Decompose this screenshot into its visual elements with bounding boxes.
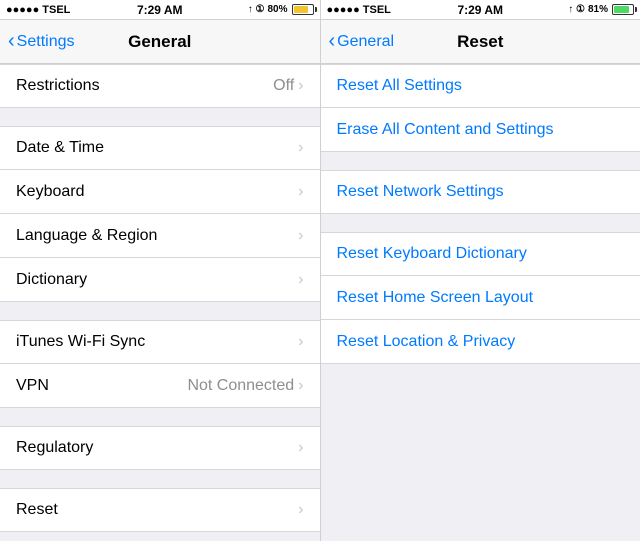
reset-action-item[interactable]: Reset Keyboard Dictionary	[321, 232, 640, 276]
reset-action-item[interactable]: Reset Location & Privacy	[321, 320, 640, 364]
cell-label: Reset	[16, 501, 298, 519]
list-item[interactable]: Reset›	[0, 488, 320, 532]
chevron-right-icon: ›	[298, 501, 303, 519]
reset-action-item[interactable]: Reset Network Settings	[321, 170, 640, 214]
nav-title-right: Reset	[457, 32, 503, 52]
list-item[interactable]: Date & Time›	[0, 126, 320, 170]
status-bar-left: ●●●●● TSEL 7:29 AM ↑ ① 80%	[0, 0, 320, 20]
cell-label: Date & Time	[16, 139, 298, 157]
chevron-right-icon: ›	[298, 77, 303, 95]
reset-action-label: Reset Keyboard Dictionary	[337, 245, 625, 263]
section-gap	[321, 152, 640, 170]
reset-action-item[interactable]: Reset All Settings	[321, 64, 640, 108]
carrier-right: ●●●●● TSEL	[327, 4, 391, 16]
list-item[interactable]: Keyboard›	[0, 170, 320, 214]
cell-label: Dictionary	[16, 271, 298, 289]
cell-label: Regulatory	[16, 439, 298, 457]
cell-label: VPN	[16, 377, 187, 395]
cell-label: Keyboard	[16, 183, 298, 201]
section-gap	[0, 302, 320, 320]
chevron-right-icon: ›	[298, 183, 303, 201]
battery-icon-left	[292, 4, 314, 15]
nav-bar-right: ‹ General Reset	[320, 20, 640, 64]
cell-label: Language & Region	[16, 227, 298, 245]
reset-action-item[interactable]: Reset Home Screen Layout	[321, 276, 640, 320]
back-label-right[interactable]: General	[337, 33, 394, 51]
battery-pct-right: 81%	[588, 4, 608, 15]
list-item[interactable]: RestrictionsOff›	[0, 64, 320, 108]
section-gap	[321, 214, 640, 232]
time-right: 7:29 AM	[457, 3, 503, 17]
back-label-left[interactable]: Settings	[17, 33, 75, 51]
section-gap	[0, 408, 320, 426]
cell-label: Restrictions	[16, 77, 273, 95]
list-item[interactable]: VPNNot Connected›	[0, 364, 320, 408]
back-button-left[interactable]: ‹ Settings	[8, 32, 74, 51]
list-item[interactable]: Language & Region›	[0, 214, 320, 258]
carrier-left: ●●●●● TSEL	[6, 4, 70, 16]
cell-value: Off	[273, 77, 294, 95]
battery-icon-right	[612, 4, 634, 15]
nav-bar-left: ‹ Settings General	[0, 20, 320, 64]
reset-action-label: Reset Network Settings	[337, 183, 625, 201]
reset-action-label: Erase All Content and Settings	[337, 121, 625, 139]
cell-value: Not Connected	[187, 377, 294, 395]
nav-title-left: General	[128, 32, 191, 52]
chevron-right-icon: ›	[298, 377, 303, 395]
right-panel: Reset All Settings Erase All Content and …	[320, 64, 640, 541]
list-item[interactable]: iTunes Wi-Fi Sync›	[0, 320, 320, 364]
back-chevron-right: ‹	[329, 31, 336, 51]
reset-action-label: Reset All Settings	[337, 77, 625, 95]
chevron-right-icon: ›	[298, 139, 303, 157]
time-left: 7:29 AM	[137, 3, 183, 17]
chevron-right-icon: ›	[298, 271, 303, 289]
chevron-right-icon: ›	[298, 333, 303, 351]
reset-action-label: Reset Location & Privacy	[337, 333, 625, 351]
back-button-right[interactable]: ‹ General	[329, 32, 395, 51]
section-gap	[0, 108, 320, 126]
chevron-right-icon: ›	[298, 227, 303, 245]
reset-action-item[interactable]: Erase All Content and Settings	[321, 108, 640, 152]
back-chevron-left: ‹	[8, 31, 15, 51]
left-panel: RestrictionsOff›Date & Time›Keyboard›Lan…	[0, 64, 320, 541]
signal-icons-left: ↑ ①	[248, 4, 265, 15]
battery-pct-left: 80%	[267, 4, 287, 15]
chevron-right-icon: ›	[298, 439, 303, 457]
list-item[interactable]: Dictionary›	[0, 258, 320, 302]
signal-icons-right: ↑ ①	[568, 4, 585, 15]
cell-label: iTunes Wi-Fi Sync	[16, 333, 298, 351]
status-bar-right: ●●●●● TSEL 7:29 AM ↑ ① 81%	[320, 0, 640, 20]
section-gap	[0, 470, 320, 488]
list-item[interactable]: Regulatory›	[0, 426, 320, 470]
reset-action-label: Reset Home Screen Layout	[337, 289, 625, 307]
